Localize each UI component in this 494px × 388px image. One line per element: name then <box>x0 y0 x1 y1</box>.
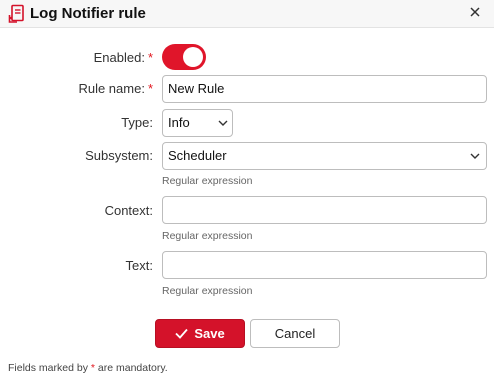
subsystem-label-text: Subsystem: <box>85 148 153 163</box>
required-marker: * <box>147 81 153 96</box>
save-button[interactable]: Save <box>155 319 245 348</box>
text-label: Text: <box>126 258 153 274</box>
cancel-button-label: Cancel <box>274 326 316 341</box>
enabled-label-text: Enabled: <box>93 50 145 65</box>
save-button-label: Save <box>194 326 225 341</box>
context-hint: Regular expression <box>162 230 253 242</box>
dialog-title: Log Notifier rule <box>30 5 146 22</box>
rule-name-label: Rule name: * <box>78 81 153 97</box>
subsystem-label: Subsystem: <box>85 148 153 164</box>
chevron-down-icon <box>218 120 228 126</box>
toggle-knob <box>183 47 203 67</box>
required-marker: * <box>147 50 153 65</box>
dialog-header: Log Notifier rule <box>0 0 494 28</box>
text-input[interactable] <box>162 251 487 279</box>
footnote-before: Fields marked by <box>8 362 91 374</box>
text-hint: Regular expression <box>162 285 253 297</box>
subsystem-hint: Regular expression <box>162 175 253 187</box>
type-label-text: Type: <box>121 115 153 130</box>
type-select[interactable]: Info <box>162 109 233 137</box>
context-label: Context: <box>105 203 153 219</box>
enabled-toggle[interactable] <box>162 44 206 70</box>
log-notifier-icon <box>8 4 24 23</box>
rule-name-label-text: Rule name: <box>78 81 145 96</box>
mandatory-footnote: Fields marked by * are mandatory. <box>8 362 168 374</box>
cancel-button[interactable]: Cancel <box>250 319 340 348</box>
rule-name-input[interactable]: New Rule <box>162 75 487 103</box>
rule-name-value: New Rule <box>168 81 225 96</box>
close-icon[interactable] <box>467 4 483 20</box>
context-label-text: Context: <box>104 203 153 218</box>
type-label: Type: <box>121 115 153 131</box>
chevron-down-icon <box>470 153 480 159</box>
subsystem-value: Scheduler <box>168 148 227 163</box>
text-label-text: Text: <box>125 258 153 273</box>
footnote-after: are mandatory. <box>94 362 168 374</box>
enabled-label: Enabled: * <box>94 50 153 66</box>
subsystem-select[interactable]: Scheduler <box>162 142 487 170</box>
type-value: Info <box>168 115 190 130</box>
context-input[interactable] <box>162 196 487 224</box>
checkmark-icon <box>175 328 188 339</box>
